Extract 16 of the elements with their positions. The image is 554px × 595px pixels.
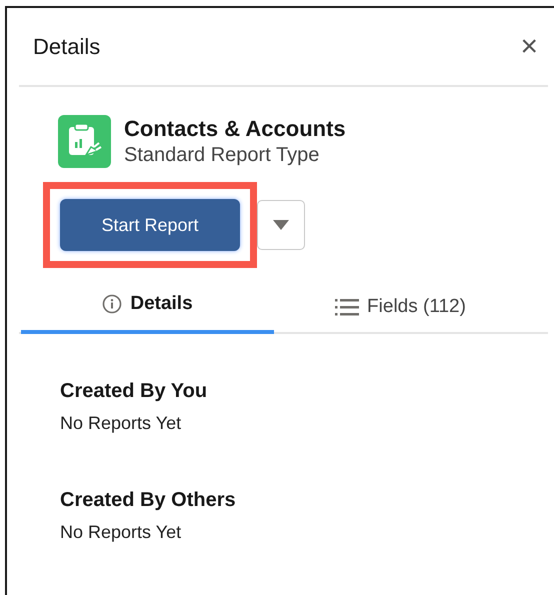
info-icon [102,294,122,314]
report-type-name: Contacts & Accounts [124,115,346,143]
dropdown-button[interactable] [257,200,305,250]
report-type-subtitle: Standard Report Type [124,142,320,168]
panel-title: Details [33,33,100,61]
section-text: No Reports Yet [60,412,182,435]
tab[interactable]: Fields (112) [274,282,527,334]
section-heading: Created By You [60,379,208,404]
report-type-icon [58,115,111,168]
list-icon [335,298,360,316]
close-button[interactable]: × [520,32,538,62]
start-report-button[interactable]: Start Report [60,199,240,251]
section-heading: Created By Others [60,488,237,513]
section-text: No Reports Yet [60,521,182,544]
tab[interactable]: Details [21,282,274,334]
caret-icon [273,220,289,230]
